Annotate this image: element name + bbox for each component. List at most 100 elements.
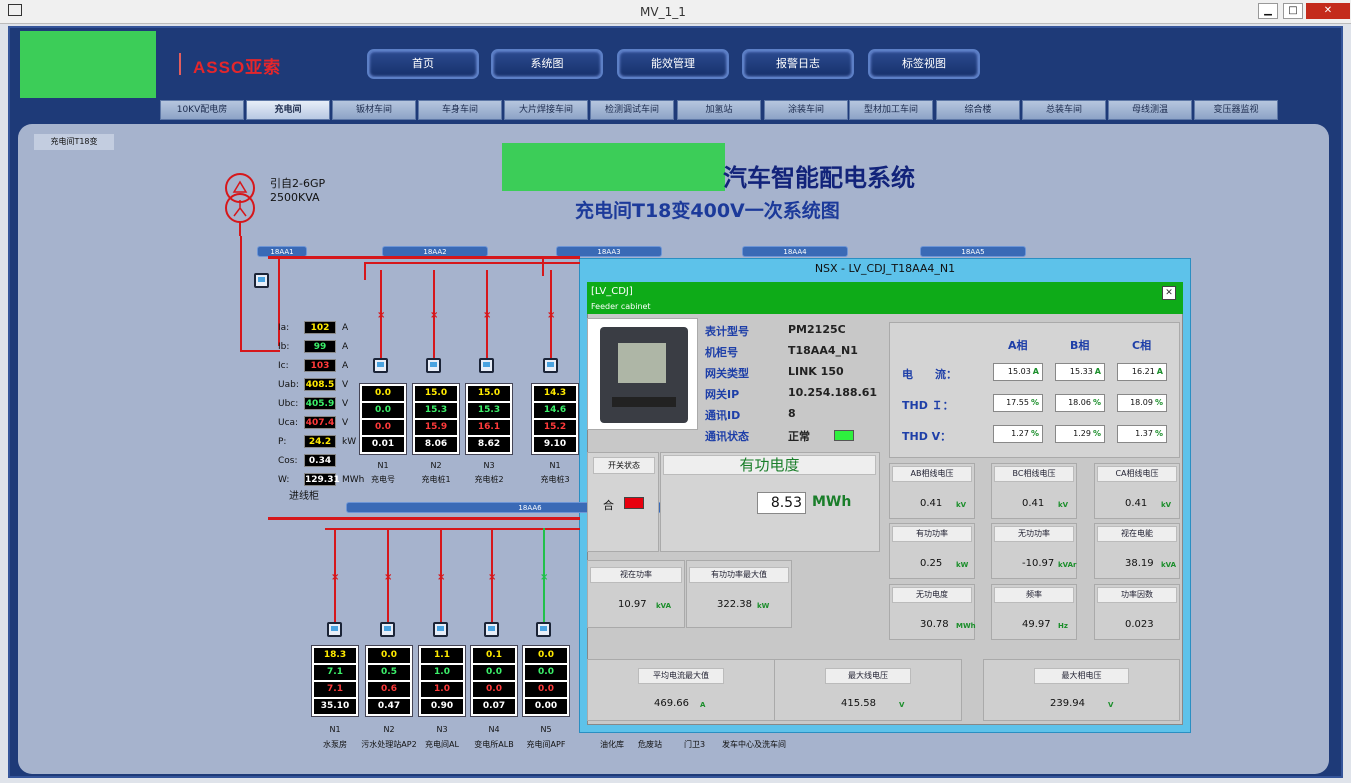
measure-unit: MWh [956, 622, 976, 630]
summary-title: 最大相电压 [1034, 668, 1129, 684]
summary-value: 469.66 [654, 698, 689, 709]
popup-close-button[interactable]: ✕ [1162, 286, 1176, 300]
minimize-button[interactable]: ▁ [1258, 3, 1278, 19]
feeder-stub2 [542, 258, 544, 276]
feeder-number: N5 [540, 725, 552, 734]
nav-button-3[interactable]: 报警日志 [742, 49, 854, 79]
info-value: T18AA4_N1 [788, 344, 858, 357]
tab-6[interactable]: 加氢站 [677, 100, 761, 120]
feeder-value: 0.0 [362, 403, 404, 418]
tab-3[interactable]: 车身车间 [418, 100, 502, 120]
comm-status-led [834, 430, 854, 441]
measure-tile: BC相线电压 0.41 kV [991, 463, 1077, 519]
feeder-name: 水泵房 [323, 740, 347, 749]
measure-title: BC相线电压 [994, 466, 1074, 482]
incoming-unit: V [342, 399, 349, 409]
close-button[interactable]: ✕ [1306, 3, 1350, 19]
feeder-value: 0.01 [362, 437, 404, 452]
switch-status-label: 开关状态 [593, 457, 655, 474]
feeder-cell: 15.0 15.3 15.9 8.06 [412, 383, 460, 455]
nav-button-2[interactable]: 能效管理 [617, 49, 729, 79]
measure-value: 30.78 [920, 619, 949, 630]
tab-12[interactable]: 变压器监视 [1194, 100, 1278, 120]
phase-number: 16.21 [1131, 367, 1155, 376]
incoming-label: Ia: [278, 323, 290, 333]
measure-tile: 无功电度 30.78 MWh [889, 584, 976, 640]
screen: MV_1_1 ▁ □ ✕ ASSO亚索 充电间T18变 汽车智能配电系统 充电间… [0, 0, 1351, 783]
tab-9[interactable]: 综合楼 [936, 100, 1020, 120]
energy-unit: MWh [812, 494, 852, 510]
feeder-cell: 0.1 0.0 0.0 0.07 [470, 645, 518, 717]
nav-button-1[interactable]: 系统图 [491, 49, 603, 79]
feeder-cell: 0.0 0.5 0.6 0.47 [365, 645, 413, 717]
tab-7[interactable]: 涂装车间 [764, 100, 848, 120]
measure-unit: kV [1161, 501, 1172, 509]
feeder-value: 15.2 [534, 420, 576, 435]
breaker-x-icon: × [540, 572, 549, 583]
feeder-number: N1 [377, 461, 389, 470]
tab-11[interactable]: 母线测温 [1108, 100, 1192, 120]
switch-state-led [624, 497, 644, 509]
incoming-value: 102 [304, 321, 336, 334]
feeder-cell: 0.0 0.0 0.0 0.00 [522, 645, 570, 717]
phase-row-label: THD Ｉ： [902, 399, 954, 412]
feeder-value: 14.6 [534, 403, 576, 418]
tab-1[interactable]: 充电间 [246, 100, 330, 120]
meter-icon [380, 622, 395, 637]
phase-value: 1.27% [993, 425, 1043, 443]
info-value: LINK 150 [788, 365, 844, 378]
info-label: 网关IP [705, 388, 740, 401]
tab-10[interactable]: 总装车间 [1022, 100, 1106, 120]
tab-4[interactable]: 大片焊接车间 [504, 100, 588, 120]
incoming-wire-v [240, 236, 242, 352]
info-label: 通讯状态 [705, 430, 749, 443]
measure-value: 10.97 [618, 599, 647, 610]
lower-branch-h [325, 528, 580, 530]
measure-value: -10.97 [1022, 558, 1055, 569]
phase-row-label: 电 流： [902, 368, 957, 381]
feeder-name: 门卫3 [684, 740, 706, 749]
phase-unit: % [1092, 429, 1101, 438]
incoming-label: Uab: [278, 380, 299, 390]
incoming-label: Ubc: [278, 399, 299, 409]
phase-number: 17.55 [1006, 398, 1029, 407]
switch-state: 合 [603, 499, 614, 512]
phase-unit: % [1030, 429, 1039, 438]
info-label: 表计型号 [705, 325, 749, 338]
measure-value: 38.19 [1125, 558, 1154, 569]
tab-2[interactable]: 钣材车间 [332, 100, 416, 120]
breaker-x-icon: × [437, 572, 446, 583]
measure-unit: kW [757, 602, 770, 610]
measure-unit: kVAr [1058, 561, 1077, 569]
phase-row-label: THD V： [902, 430, 952, 443]
measure-title: 有功功率最大值 [689, 567, 789, 583]
breaker-x-icon: × [331, 572, 340, 583]
feeder-branch-h [364, 262, 580, 264]
meter-icon [536, 622, 551, 637]
feeder-value: 0.0 [362, 386, 404, 401]
feeder-value: 0.0 [473, 665, 515, 680]
tab-5[interactable]: 检测调试车间 [590, 100, 674, 120]
tab-0[interactable]: 10KV配电房 [160, 100, 244, 120]
brand-logo: ASSO亚索 [193, 58, 282, 77]
feeder-value: 15.0 [415, 386, 457, 401]
transformer-source: 引自2-6GP [270, 177, 326, 190]
phase-value: 15.33 A [1055, 363, 1105, 381]
breadcrumb: 充电间T18变 [34, 134, 114, 150]
tab-8[interactable]: 型材加工车间 [849, 100, 933, 120]
nav-button-4[interactable]: 标签视图 [868, 49, 980, 79]
measure-tile: 频率 49.97 Hz [991, 584, 1077, 640]
meter-icon [373, 358, 388, 373]
measure-unit: kV [1058, 501, 1069, 509]
window-title: MV_1_1 [640, 5, 686, 19]
measure-value: 0.41 [1125, 498, 1148, 509]
feeder-cell: 18.3 7.1 7.1 35.10 [311, 645, 359, 717]
feeder-value: 0.0 [473, 682, 515, 697]
feeder-value: 0.0 [368, 648, 410, 663]
feeder-value: 8.62 [468, 437, 510, 452]
maximize-button[interactable]: □ [1283, 3, 1303, 19]
nav-button-0[interactable]: 首页 [367, 49, 479, 79]
feeder-value: 0.0 [525, 648, 567, 663]
phase-value: 1.29% [1055, 425, 1105, 443]
feeder-cell: 0.0 0.0 0.0 0.01 [359, 383, 407, 455]
